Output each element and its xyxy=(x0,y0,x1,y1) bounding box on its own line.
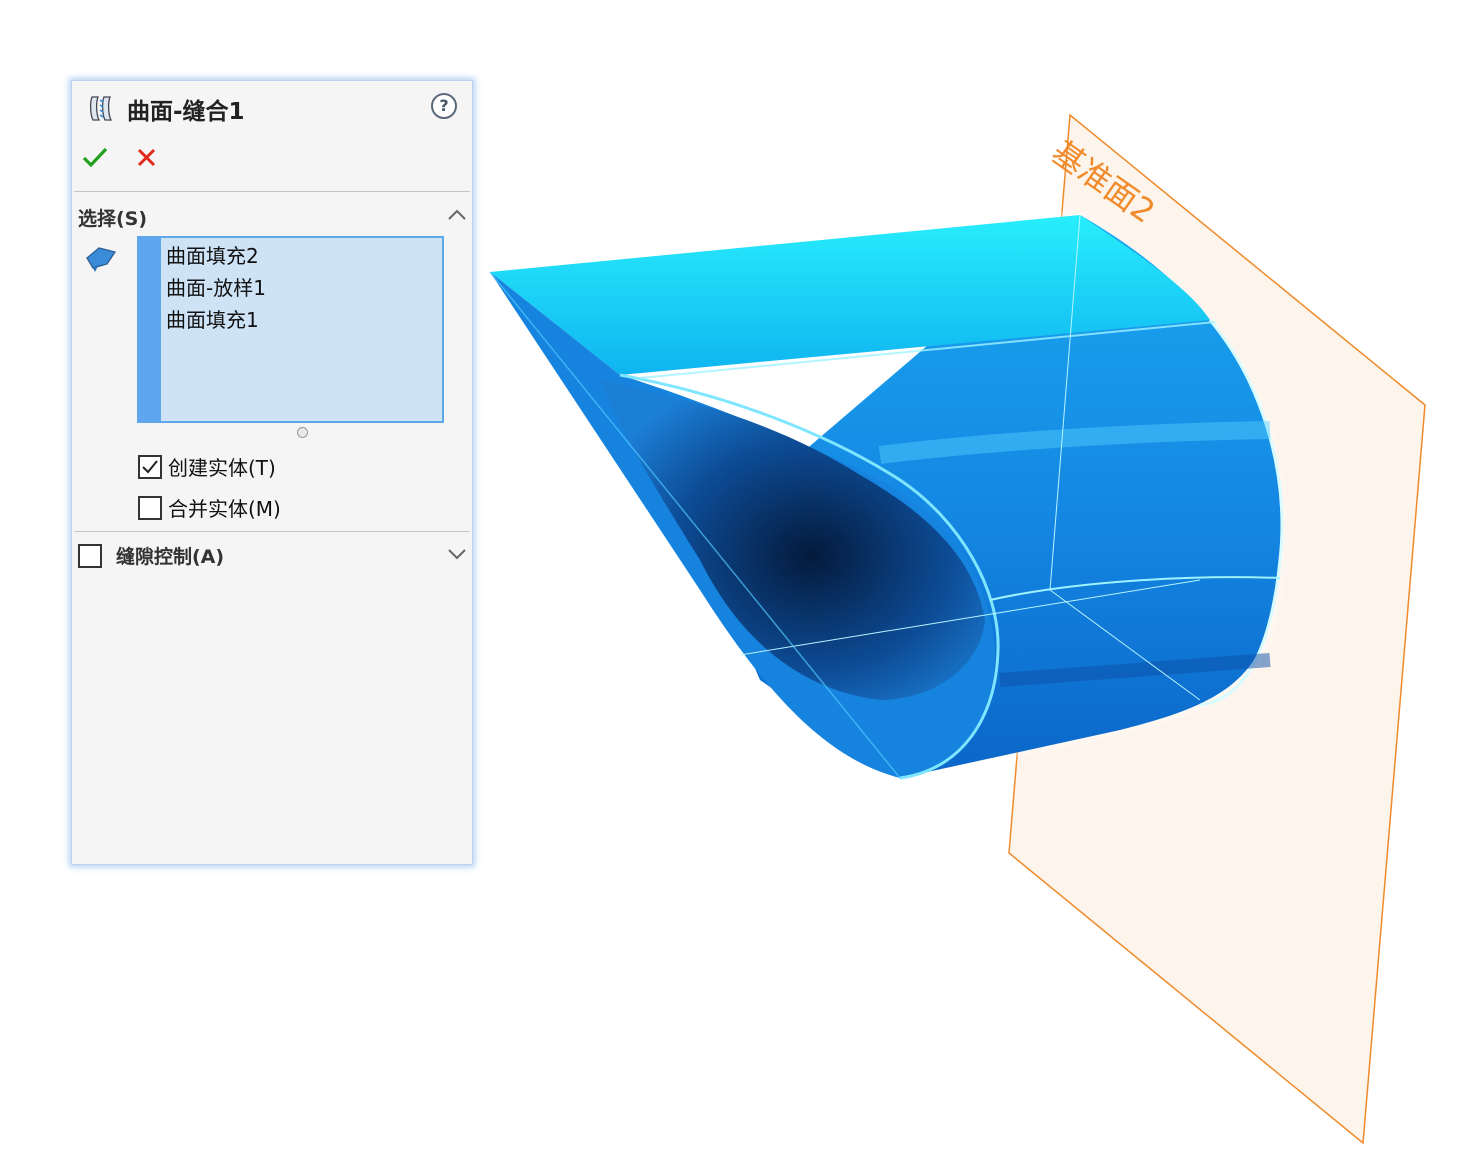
gap-control-label: 缝隙控制(A) xyxy=(116,546,225,568)
x-icon xyxy=(137,148,156,167)
list-item[interactable]: 曲面填充2 xyxy=(166,243,259,269)
merge-entities-option[interactable]: 合并实体(M) xyxy=(138,493,281,522)
selection-section-header[interactable]: 选择(S) xyxy=(78,204,147,231)
checkmark-icon xyxy=(82,147,108,168)
create-solid-option[interactable]: 创建实体(T) xyxy=(138,452,276,481)
create-solid-label: 创建实体(T) xyxy=(168,456,276,480)
surface-knit-icon xyxy=(89,96,113,121)
divider xyxy=(74,531,470,532)
selection-listbox[interactable]: 曲面填充2 曲面-放样1 曲面填充1 xyxy=(137,236,444,423)
merge-entities-checkbox[interactable] xyxy=(138,495,162,520)
ok-button[interactable] xyxy=(82,145,108,171)
chevron-down-icon[interactable] xyxy=(447,547,467,561)
merge-entities-label: 合并实体(M) xyxy=(168,497,281,521)
gap-control-checkbox[interactable] xyxy=(78,543,102,568)
cancel-button[interactable] xyxy=(134,145,160,171)
listbox-resize-handle[interactable] xyxy=(297,427,308,438)
surface-select-icon xyxy=(86,247,117,272)
create-solid-checkbox[interactable] xyxy=(138,454,162,479)
help-button[interactable]: ? xyxy=(431,93,457,119)
chevron-up-icon[interactable] xyxy=(447,207,467,221)
list-item[interactable]: 曲面填充1 xyxy=(166,307,259,333)
page-title: 曲面-缝合1 xyxy=(127,99,245,125)
divider xyxy=(74,191,470,192)
stitched-surface-body[interactable] xyxy=(489,214,1284,780)
gap-control-section-header[interactable]: 缝隙控制(A) xyxy=(78,542,224,569)
list-item[interactable]: 曲面-放样1 xyxy=(166,275,266,301)
property-manager-panel: 曲面-缝合1 ? 选择(S) 曲面填充2 曲面-放样1 曲面填充1 创建实体(T… xyxy=(71,80,473,865)
listbox-active-bar xyxy=(139,238,161,421)
checkmark-icon xyxy=(142,459,158,473)
